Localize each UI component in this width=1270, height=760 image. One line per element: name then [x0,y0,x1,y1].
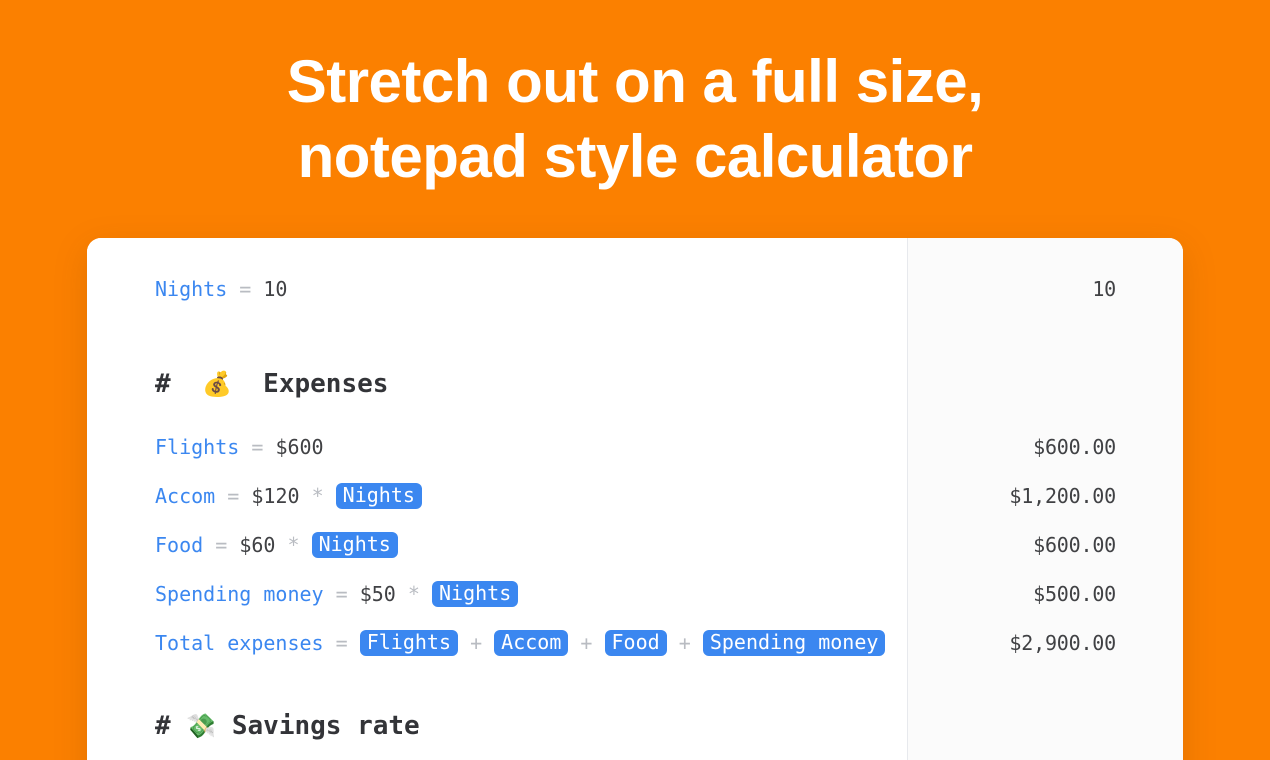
variable-pill-food[interactable]: Food [604,629,667,656]
page-root: Stretch out on a full size, notepad styl… [0,0,1270,760]
calculator-editor-pane[interactable]: Nights = 10 # 💰 Expenses Flights = $600 … [87,238,908,760]
equals-sign: = [215,532,228,557]
operator-multiply: * [311,483,324,508]
calc-line-total-expenses[interactable]: Total expenses = Flights + Accom + Food … [155,618,907,667]
literal-value: $60 [239,532,276,557]
result-accom: $1,200.00 [1009,483,1116,508]
result-food: $600.00 [1033,532,1116,557]
line-spacer [908,667,1116,701]
line-spacer [155,313,907,359]
result-heading-savings-rate [908,701,1116,750]
variable-pill-flights[interactable]: Flights [359,629,459,656]
line-spacer [908,408,1116,422]
variable-name: Spending money [155,581,324,606]
variable-pill-spending-money[interactable]: Spending money [702,629,886,656]
calc-heading-savings-rate[interactable]: # 💸 Savings rate [155,701,907,750]
variable-pill-nights[interactable]: Nights [335,482,422,509]
variable-name: Total expenses [155,630,324,655]
calculator-results-pane: 10 $600.00 $1,200.00 $600.00 $500.00 $2,… [908,238,1183,760]
equals-sign: = [335,581,348,606]
calc-line-accom[interactable]: Accom = $120 * Nights [155,471,907,520]
heading-label: Savings rate [231,710,420,741]
result-total-expenses: $2,900.00 [1009,630,1116,655]
calculator-card: Nights = 10 # 💰 Expenses Flights = $600 … [87,238,1183,760]
literal-value: 10 [263,276,288,301]
result-flights: $600.00 [1033,434,1116,459]
result-nights: 10 [1092,276,1116,301]
operator-plus: + [470,630,483,655]
equals-sign: = [251,434,264,459]
equals-sign: = [335,630,348,655]
equals-sign: = [227,483,240,508]
page-title-line-2: notepad style calculator [297,123,973,190]
page-title: Stretch out on a full size, notepad styl… [0,44,1270,194]
line-spacer [155,667,907,701]
heading-label: Expenses [263,368,389,399]
money-bag-emoji: 💰 [201,369,232,398]
calc-line-flights[interactable]: Flights = $600 [155,422,907,471]
variable-name: Food [155,532,204,557]
variable-pill-nights[interactable]: Nights [431,580,519,607]
operator-plus: + [580,630,593,655]
page-title-line-1: Stretch out on a full size, [286,48,984,115]
line-spacer [908,313,1116,359]
line-spacer [155,408,907,422]
variable-pill-accom[interactable]: Accom [494,629,569,656]
literal-value: $120 [251,483,300,508]
variable-name: Flights [155,434,240,459]
hash-marker: # [155,710,171,741]
operator-multiply: * [287,532,300,557]
variable-pill-nights[interactable]: Nights [311,531,398,558]
calc-line-food[interactable]: Food = $60 * Nights [155,520,907,569]
result-heading-expenses [908,359,1116,408]
calc-line-spending-money[interactable]: Spending money = $50 * Nights [155,569,907,618]
calc-heading-expenses[interactable]: # 💰 Expenses [155,359,907,408]
money-with-wings-emoji: 💸 [186,711,217,740]
result-spending-money: $500.00 [1033,581,1116,606]
literal-value: $50 [359,581,396,606]
literal-value: $600 [275,434,324,459]
variable-name: Accom [155,483,216,508]
operator-plus: + [678,630,691,655]
variable-name: Nights [155,276,228,301]
hash-marker: # [155,368,171,399]
calc-line-nights[interactable]: Nights = 10 [155,264,907,313]
equals-sign: = [239,276,252,301]
operator-multiply: * [407,581,420,606]
